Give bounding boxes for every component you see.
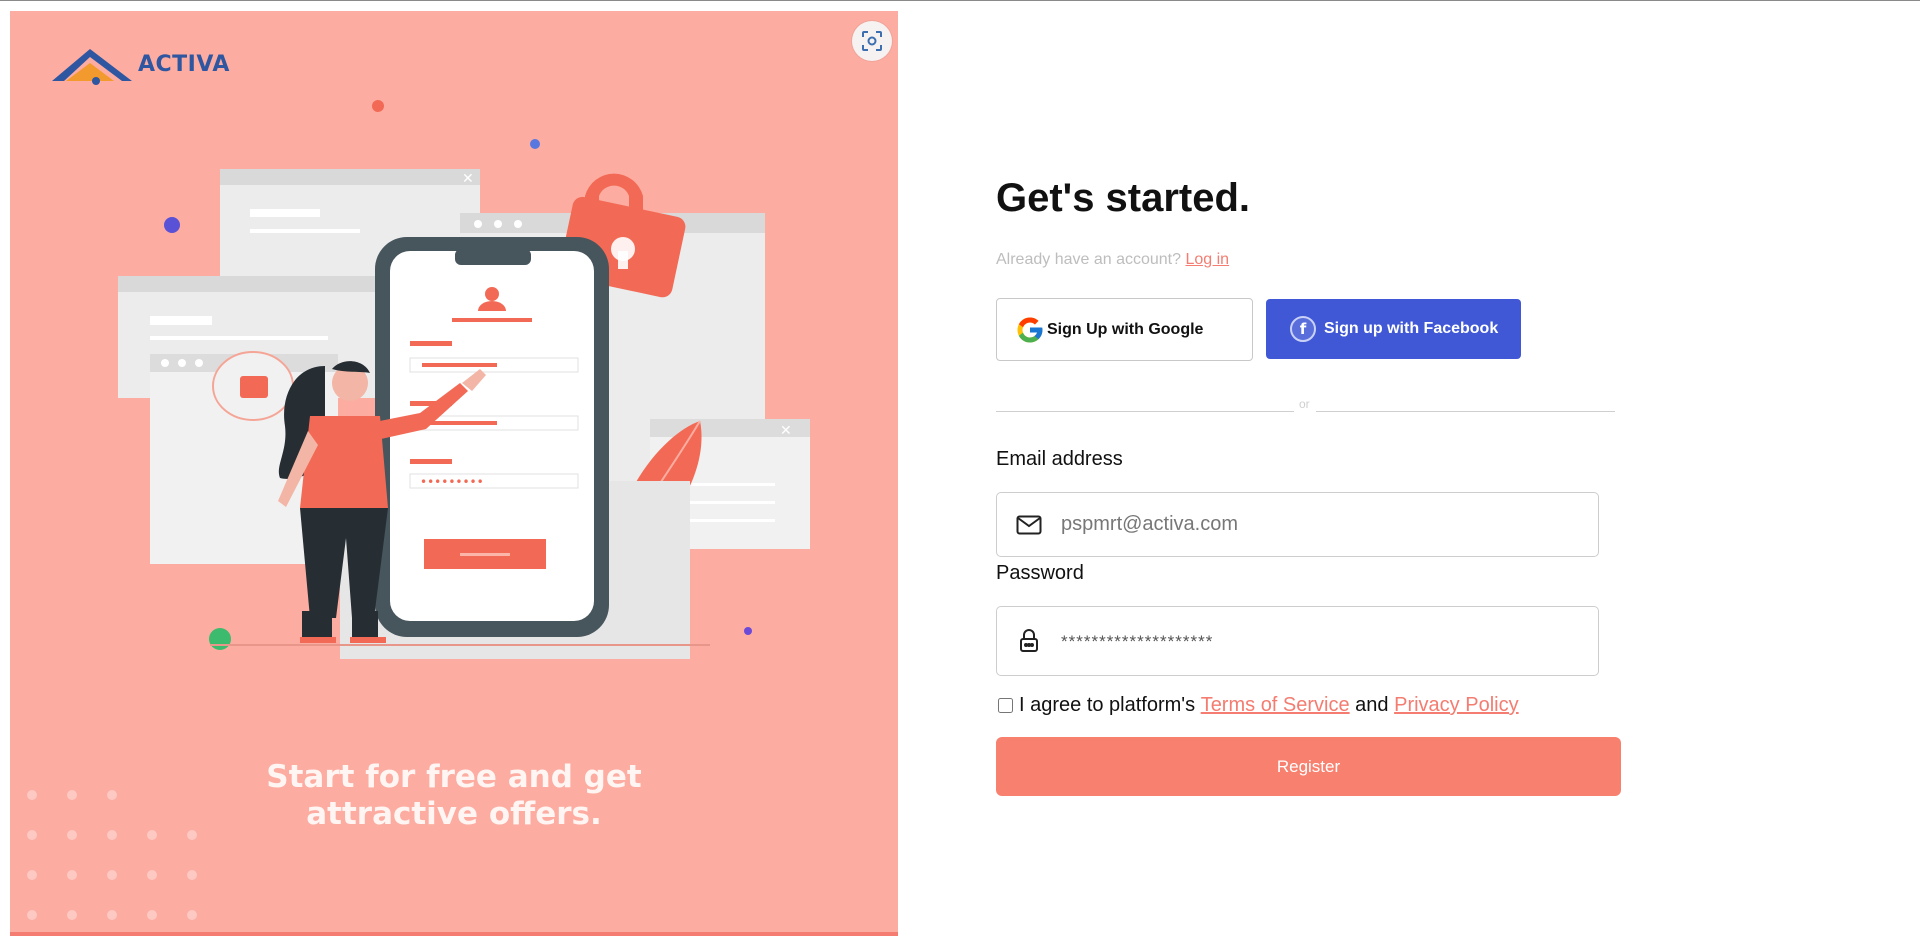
terms-agreement: I agree to platform's Terms of Service a…: [998, 694, 1519, 717]
divider-line-left: [996, 411, 1294, 412]
hero-caption: Start for free and get attractive offers…: [10, 759, 898, 833]
svg-text:•••••••••: •••••••••: [420, 475, 484, 489]
google-signup-label: Sign Up with Google: [1047, 320, 1204, 338]
divider-text: or: [1299, 397, 1310, 411]
page-title: Get's started.: [996, 176, 1251, 220]
terms-checkbox[interactable]: [998, 698, 1013, 713]
email-input[interactable]: [1061, 493, 1598, 556]
hero-panel: ✕ ✕ ••••••••• ACTIVA Start for free and …: [10, 11, 898, 936]
privacy-policy-link[interactable]: Privacy Policy: [1394, 694, 1518, 717]
divider-line-right: [1316, 411, 1615, 412]
facebook-signup-button[interactable]: f Sign up with Facebook: [1266, 299, 1521, 359]
brand-name: ACTIVA: [138, 52, 230, 77]
password-input[interactable]: [1061, 607, 1598, 675]
terms-of-service-link[interactable]: Terms of Service: [1201, 694, 1350, 717]
login-prompt-text: Already have an account?: [996, 251, 1182, 268]
signup-form: Get's started. Already have an account? …: [996, 0, 1636, 950]
terms-prefix: I agree to platform's: [1019, 694, 1201, 716]
email-label: Email address: [996, 448, 1123, 470]
or-divider: or: [996, 395, 1615, 415]
hero-caption-line2: attractive offers.: [306, 796, 602, 832]
svg-text:✕: ✕: [780, 423, 792, 439]
google-icon: [1017, 317, 1043, 342]
email-field-container[interactable]: [996, 492, 1599, 557]
hero-bottom-border: [10, 932, 898, 936]
hero-caption-line1: Start for free and get: [266, 759, 642, 795]
register-button[interactable]: Register: [996, 737, 1621, 796]
activa-logo-icon: [52, 49, 132, 85]
login-prompt: Already have an account? Log in: [996, 251, 1229, 269]
login-link[interactable]: Log in: [1185, 251, 1229, 268]
terms-and: and: [1349, 694, 1395, 716]
facebook-signup-label: Sign up with Facebook: [1324, 320, 1499, 337]
mail-icon: [997, 515, 1061, 535]
google-signup-button[interactable]: Sign Up with Google: [996, 298, 1253, 361]
scan-icon: [862, 31, 882, 51]
activa-logo[interactable]: ACTIVA: [50, 41, 260, 93]
scan-button[interactable]: [852, 21, 892, 61]
facebook-icon: f: [1290, 316, 1316, 342]
password-field-container[interactable]: [996, 606, 1599, 676]
svg-text:✕: ✕: [462, 171, 474, 187]
password-label: Password: [996, 562, 1084, 584]
lock-icon: [997, 629, 1061, 653]
